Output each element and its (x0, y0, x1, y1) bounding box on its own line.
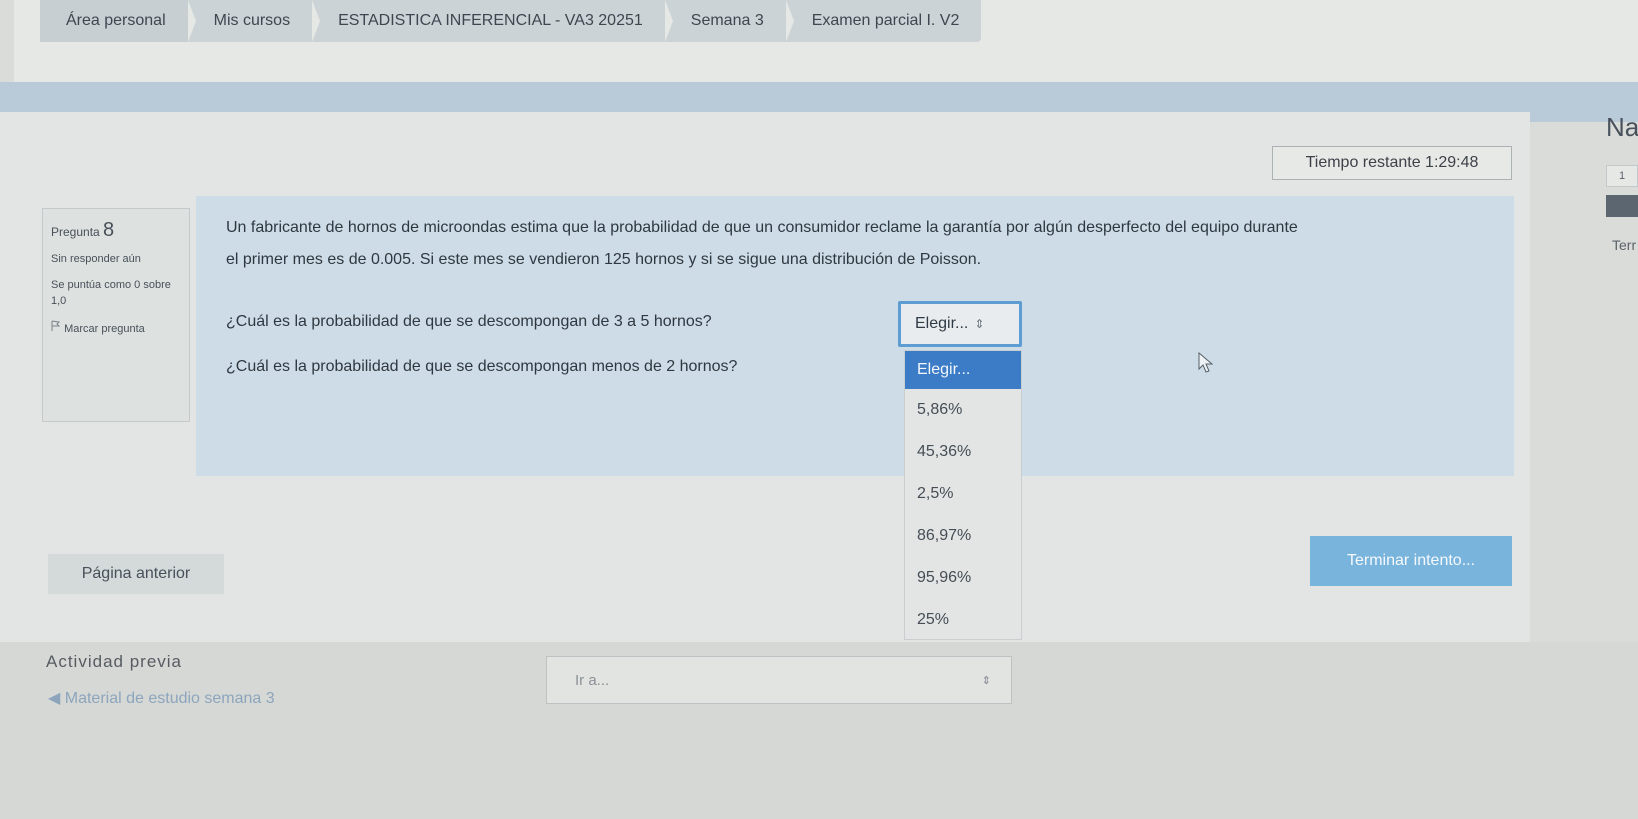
flag-question[interactable]: Marcar pregunta (51, 320, 181, 335)
question-status: Sin responder aún (51, 253, 141, 265)
jump-to-select[interactable]: Ir a... ⇕ (546, 656, 1012, 704)
time-remaining: Tiempo restante 1:29:48 (1272, 146, 1512, 180)
sub-question-1: ¿Cuál es la probabilidad de que se desco… (226, 313, 712, 330)
breadcrumb-course[interactable]: ESTADISTICA INFERENCIAL - VA3 20251 (312, 0, 673, 42)
quiz-nav-finish-link[interactable]: Terr (1612, 237, 1636, 253)
dropdown-option[interactable]: 86,97% (905, 515, 1021, 557)
answer-select-1[interactable]: Elegir... ⇕ (898, 301, 1022, 347)
question-number: Pregunta 8 (51, 219, 181, 242)
question-label: Pregunta (51, 225, 100, 239)
breadcrumb: Área personal Mis cursos ESTADISTICA INF… (40, 0, 982, 42)
question-info: Pregunta 8 Sin responder aún Se puntúa c… (42, 208, 190, 422)
dropdown-option[interactable]: 45,36% (905, 431, 1021, 473)
updown-arrow-icon: ⇕ (981, 674, 991, 687)
breadcrumb-my-courses[interactable]: Mis cursos (188, 0, 321, 42)
flag-icon (51, 320, 64, 335)
question-number-value: 8 (103, 219, 115, 241)
flag-label: Marcar pregunta (64, 322, 145, 335)
previous-activity-link[interactable]: ◀ Material de estudio semana 3 (48, 688, 275, 708)
question-score: Se puntúa como 0 sobre 1,0 (51, 278, 171, 307)
question-text: Un fabricante de hornos de microondas es… (226, 219, 1298, 268)
dropdown-option[interactable]: 5,86% (905, 389, 1021, 431)
sub-question-2: ¿Cuál es la probabilidad de que se desco… (226, 358, 738, 375)
previous-activity-title: Actividad previa (46, 652, 183, 671)
breadcrumb-week[interactable]: Semana 3 (665, 0, 794, 42)
dropdown-option[interactable]: 2,5% (905, 473, 1021, 515)
quiz-nav-current[interactable] (1606, 195, 1638, 217)
dropdown-option-selected[interactable]: Elegir... (905, 351, 1021, 389)
select-value: Elegir... (915, 315, 969, 332)
breadcrumb-home[interactable]: Área personal (40, 0, 196, 42)
jump-to-placeholder: Ir a... (575, 671, 610, 689)
dropdown-option[interactable]: 25% (905, 599, 1021, 641)
quiz-nav-question-1[interactable]: 1 (1606, 165, 1638, 187)
mouse-pointer-icon (1198, 351, 1214, 379)
updown-arrow-icon: ⇕ (974, 317, 985, 331)
dropdown-option[interactable]: 95,96% (905, 557, 1021, 599)
breadcrumb-exam[interactable]: Examen parcial I. V2 (786, 0, 982, 42)
quiz-navigation-title: Na (1606, 112, 1638, 142)
finish-attempt-button[interactable]: Terminar intento... (1310, 536, 1512, 586)
answer-select-2-dropdown[interactable]: Elegir... 5,86% 45,36% 2,5% 86,97% 95,96… (904, 350, 1022, 640)
previous-page-button[interactable]: Página anterior (48, 554, 224, 594)
